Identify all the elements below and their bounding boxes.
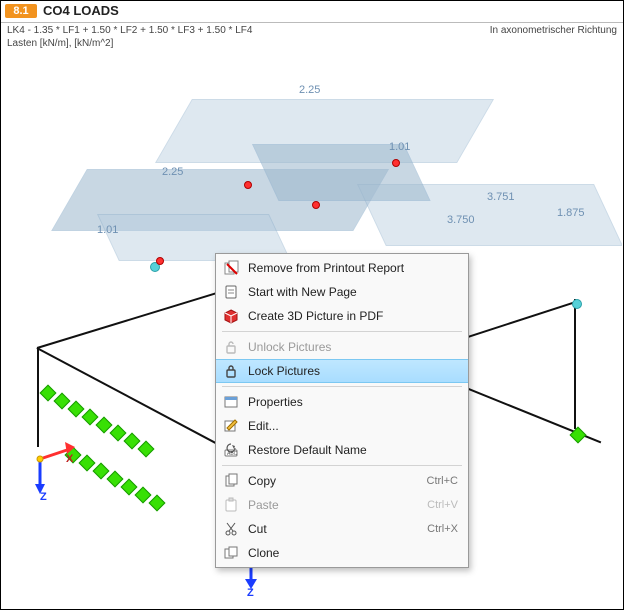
load-value: 1.875 <box>557 207 585 219</box>
beam <box>37 286 238 349</box>
shortcut-label: Ctrl+X <box>417 523 458 535</box>
axis-z2-label: Z <box>247 587 254 599</box>
restore-name-icon: ABC <box>222 441 240 459</box>
load-value: 3.751 <box>487 191 515 203</box>
node <box>244 181 252 189</box>
menu-clone[interactable]: Clone <box>216 541 468 565</box>
menu-separator <box>222 465 462 466</box>
lock-icon <box>222 362 240 380</box>
menu-unlock-pictures: Unlock Pictures <box>216 335 468 359</box>
app-frame: 8.1 CO4 LOADS LK4 - 1.35 * LF1 + 1.50 * … <box>0 0 624 610</box>
clone-icon <box>222 544 240 562</box>
node <box>572 299 582 309</box>
menu-paste: Paste Ctrl+V <box>216 493 468 517</box>
menu-remove-from-printout[interactable]: Remove from Printout Report <box>216 256 468 280</box>
new-page-icon <box>222 283 240 301</box>
context-menu: Remove from Printout Report Start with N… <box>215 253 469 568</box>
axis-z-label: Z <box>40 491 47 503</box>
menu-copy[interactable]: Copy Ctrl+C <box>216 469 468 493</box>
projection-label: In axonometrischer Richtung <box>490 25 617 36</box>
combination-text: LK4 - 1.35 * LF1 + 1.50 * LF2 + 1.50 * L… <box>7 25 252 38</box>
shortcut-label: Ctrl+V <box>417 499 458 511</box>
column <box>574 299 576 429</box>
cube-3d-icon <box>222 307 240 325</box>
menu-restore-default-name[interactable]: ABC Restore Default Name <box>216 438 468 462</box>
axis-triad: X Z <box>20 429 80 489</box>
menu-separator <box>222 386 462 387</box>
shortcut-label: Ctrl+C <box>417 475 458 487</box>
menu-lock-pictures[interactable]: Lock Pictures <box>216 359 468 383</box>
title-bar: 8.1 CO4 LOADS <box>1 1 623 23</box>
properties-icon <box>222 393 240 411</box>
menu-cut[interactable]: Cut Ctrl+X <box>216 517 468 541</box>
info-row: LK4 - 1.35 * LF1 + 1.50 * LF2 + 1.50 * L… <box>1 23 623 52</box>
cut-icon <box>222 520 240 538</box>
node <box>156 257 164 265</box>
node <box>312 201 320 209</box>
load-value: 2.25 <box>162 166 183 178</box>
load-value: 1.01 <box>97 224 118 236</box>
remove-report-icon <box>222 259 240 277</box>
menu-separator <box>222 331 462 332</box>
page-title: CO4 LOADS <box>43 3 119 18</box>
copy-icon <box>222 472 240 490</box>
menu-edit[interactable]: Edit... <box>216 414 468 438</box>
section-chip: 8.1 <box>5 4 37 18</box>
paste-icon <box>222 496 240 514</box>
load-value: 1.01 <box>389 141 410 153</box>
edit-icon <box>222 417 240 435</box>
axis-x-label: X <box>66 453 73 465</box>
viewport-3d[interactable]: 2.25 1.01 2.25 1.01 3.751 3.750 1.875 <box>2 49 622 608</box>
menu-start-new-page[interactable]: Start with New Page <box>216 280 468 304</box>
load-value: 3.750 <box>447 214 475 226</box>
menu-create-3d-pdf[interactable]: Create 3D Picture in PDF <box>216 304 468 328</box>
node <box>392 159 400 167</box>
load-value: 2.25 <box>299 84 320 96</box>
unlock-icon <box>222 338 240 356</box>
menu-properties[interactable]: Properties <box>216 390 468 414</box>
